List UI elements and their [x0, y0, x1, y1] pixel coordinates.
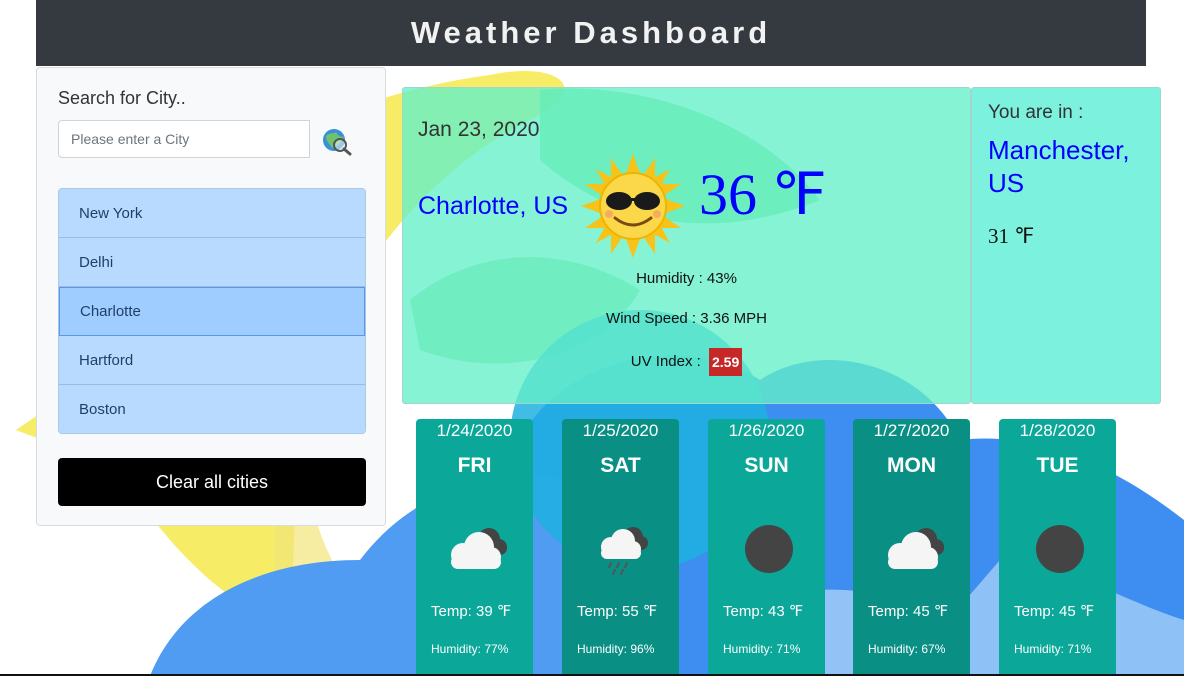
forecast-humidity: Humidity: 71%: [723, 642, 801, 656]
forecast-day: SUN: [744, 454, 789, 477]
uv-index-row: UV Index : 2.59: [403, 348, 970, 376]
cloud-icon: [441, 517, 513, 577]
uv-index-label: UV Index :: [630, 352, 701, 370]
rain-cloud-icon: [587, 517, 659, 577]
dark-circle-icon: [733, 517, 805, 577]
city-list-item[interactable]: Delhi: [59, 238, 365, 287]
forecast-date: 1/27/2020: [873, 421, 950, 440]
search-label: Search for City..: [58, 88, 186, 108]
forecast-day: TUE: [1036, 454, 1079, 477]
forecast-humidity: Humidity: 96%: [577, 642, 655, 656]
city-list-item[interactable]: New York: [59, 189, 365, 238]
page-header: Weather Dashboard: [36, 0, 1146, 66]
city-list-item[interactable]: Charlotte: [59, 287, 365, 336]
current-weather-card: Jan 23, 2020 Charlotte, US 36 ℉ Humidity…: [402, 87, 971, 404]
forecast-card: 1/24/2020 FRI Temp: 39 ℉ Humidity: 77%: [416, 419, 533, 676]
forecast-temp: Temp: 39 ℉: [431, 603, 512, 620]
globe-search-icon[interactable]: [320, 126, 354, 156]
current-date: Jan 23, 2020: [418, 118, 540, 141]
forecast-card: 1/28/2020 TUE Temp: 45 ℉ Humidity: 71%: [999, 419, 1116, 676]
sun-sunglasses-icon: [581, 154, 685, 258]
current-humidity: Humidity : 43%: [636, 270, 737, 287]
location-label: You are in :: [988, 102, 1084, 123]
user-location-card: You are in : Manchester, US 31 ℉: [971, 87, 1161, 404]
forecast-date: 1/26/2020: [728, 421, 805, 440]
forecast-date: 1/24/2020: [436, 421, 513, 440]
forecast-date: 1/28/2020: [1019, 421, 1096, 440]
current-city: Charlotte, US: [418, 192, 569, 220]
city-list-item[interactable]: Boston: [59, 385, 365, 433]
city-list-item[interactable]: Hartford: [59, 336, 365, 385]
location-temp: 31 ℉: [988, 224, 1035, 248]
forecast-humidity: Humidity: 77%: [431, 642, 509, 656]
forecast-temp: Temp: 45 ℉: [1014, 603, 1095, 620]
forecast-day: FRI: [457, 454, 492, 477]
current-wind: Wind Speed : 3.36 MPH: [606, 310, 767, 327]
forecast-card: 1/26/2020 SUN Temp: 43 ℉ Humidity: 71%: [708, 419, 825, 676]
page-title: Weather Dashboard: [410, 15, 772, 50]
forecast-date: 1/25/2020: [582, 421, 659, 440]
forecast-card: 1/27/2020 MON Temp: 45 ℉ Humidity: 67%: [853, 419, 970, 676]
city-search-input[interactable]: [58, 120, 310, 158]
forecast-day: MON: [887, 454, 936, 477]
location-city: Manchester, US: [988, 135, 1130, 198]
forecast-temp: Temp: 45 ℉: [868, 603, 949, 620]
forecast-temp: Temp: 43 ℉: [723, 603, 804, 620]
uv-index-badge: 2.59: [708, 348, 743, 376]
current-temp: 36 ℉: [699, 162, 827, 227]
forecast-day: SAT: [600, 454, 641, 477]
city-sidebar: Search for City.. New YorkDelhiCharlotte…: [36, 67, 386, 526]
forecast-humidity: Humidity: 71%: [1014, 642, 1092, 656]
forecast-card: 1/25/2020 SAT Temp: 55 ℉ Humidity: 96%: [562, 419, 679, 676]
forecast-temp: Temp: 55 ℉: [577, 603, 658, 620]
clear-cities-button[interactable]: Clear all cities: [58, 458, 366, 506]
forecast-humidity: Humidity: 67%: [868, 642, 946, 656]
dark-circle-icon: [1024, 517, 1096, 577]
cloud-icon: [878, 517, 950, 577]
city-list: New York Delhi Charlotte Hartford Boston: [58, 188, 366, 434]
